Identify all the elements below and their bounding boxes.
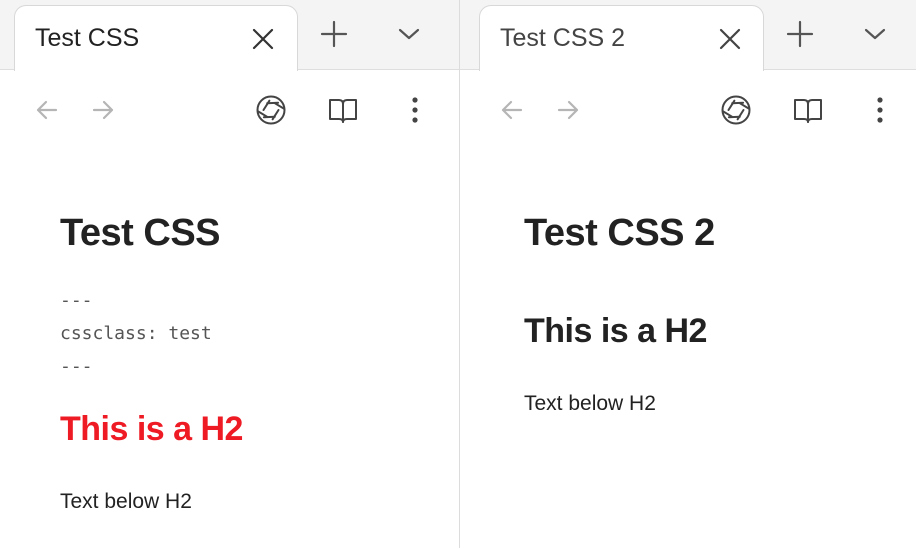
frontmatter-line: cssclass: test xyxy=(60,323,212,344)
frontmatter-line: --- xyxy=(60,356,93,377)
chevron-down-icon[interactable] xyxy=(392,17,426,51)
paragraph: Text below H2 xyxy=(524,392,656,415)
more-vertical-icon[interactable] xyxy=(397,92,433,128)
note-title: Test CSS xyxy=(60,212,221,254)
heading-h2: This is a H2 xyxy=(524,312,707,350)
note-title: Test CSS 2 xyxy=(524,212,715,254)
view-header xyxy=(0,70,459,150)
note-content[interactable]: Test CSS --- cssclass: test --- This is … xyxy=(0,150,459,548)
arrow-right-icon[interactable] xyxy=(85,92,121,128)
book-open-icon[interactable] xyxy=(790,92,826,128)
tab-test-css[interactable]: Test CSS xyxy=(14,5,298,71)
paragraph: Text below H2 xyxy=(60,490,192,513)
aperture-icon[interactable] xyxy=(253,92,289,128)
tab-title: Test CSS 2 xyxy=(500,24,626,52)
heading-h2: This is a H2 xyxy=(60,410,243,448)
arrow-left-icon[interactable] xyxy=(494,92,530,128)
app-window: Test CSS Test CSS --- cssclass: test ---… xyxy=(0,0,916,548)
arrow-left-icon[interactable] xyxy=(29,92,65,128)
view-header xyxy=(460,70,916,150)
arrow-right-icon[interactable] xyxy=(550,92,586,128)
tab-bar: Test CSS 2 xyxy=(460,0,916,71)
tab-bar: Test CSS xyxy=(0,0,459,71)
close-icon[interactable] xyxy=(251,27,275,51)
left-pane: Test CSS Test CSS --- cssclass: test ---… xyxy=(0,0,459,548)
more-vertical-icon[interactable] xyxy=(862,92,898,128)
plus-icon[interactable] xyxy=(783,17,817,51)
frontmatter-line: --- xyxy=(60,290,93,311)
chevron-down-icon[interactable] xyxy=(858,17,892,51)
aperture-icon[interactable] xyxy=(718,92,754,128)
frontmatter-block: --- cssclass: test --- xyxy=(60,284,212,383)
note-content[interactable]: Test CSS 2 This is a H2 Text below H2 xyxy=(460,150,916,548)
close-icon[interactable] xyxy=(718,27,742,51)
tab-test-css-2[interactable]: Test CSS 2 xyxy=(479,5,764,71)
book-open-icon[interactable] xyxy=(325,92,361,128)
plus-icon[interactable] xyxy=(317,17,351,51)
tab-title: Test CSS xyxy=(35,24,140,52)
right-pane: Test CSS 2 Test CSS 2 This is a H2 Text … xyxy=(460,0,916,548)
